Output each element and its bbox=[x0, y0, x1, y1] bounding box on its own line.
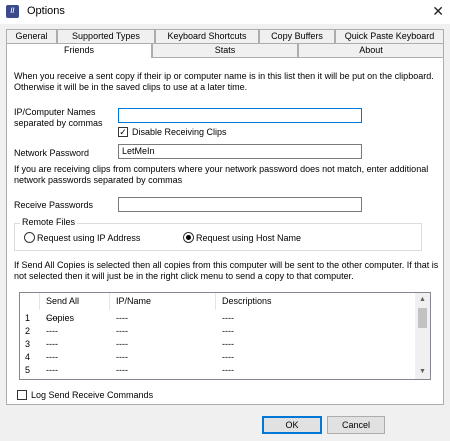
tab-supported-types[interactable]: Supported Types bbox=[57, 29, 155, 43]
log-send-receive-checkbox[interactable] bbox=[17, 390, 27, 400]
row-send-all: ---- bbox=[46, 326, 58, 336]
list-scrollbar[interactable]: ▲ ▼ bbox=[415, 293, 430, 379]
scroll-up-icon[interactable]: ▲ bbox=[415, 293, 430, 307]
ok-button[interactable]: OK bbox=[262, 416, 322, 434]
col-header-ip-name[interactable]: IP/Name bbox=[110, 293, 216, 310]
row-index: 4 bbox=[25, 352, 31, 362]
friends-list[interactable]: Send All Copies IP/Name Descriptions 1 -… bbox=[19, 292, 431, 380]
friends-panel: When you receive a sent copy if their ip… bbox=[6, 57, 444, 405]
scroll-thumb[interactable] bbox=[418, 308, 427, 328]
app-icon: // bbox=[6, 5, 19, 18]
remote-files-label: Remote Files bbox=[20, 217, 78, 228]
tab-about[interactable]: About bbox=[298, 43, 444, 57]
col-header-index[interactable] bbox=[20, 293, 40, 310]
receive-passwords-input[interactable] bbox=[118, 197, 362, 212]
row-ip-name: ---- bbox=[116, 313, 128, 323]
row-index: 1 bbox=[25, 313, 31, 323]
row-index: 2 bbox=[25, 326, 31, 336]
receive-passwords-label: Receive Passwords bbox=[14, 200, 94, 210]
send-all-info-text: If Send All Copies is selected then all … bbox=[14, 260, 439, 281]
table-row[interactable]: 2 ---- ---- ---- bbox=[20, 325, 416, 337]
tab-friends[interactable]: Friends bbox=[6, 43, 152, 58]
request-ip-label: Request using IP Address bbox=[37, 233, 141, 243]
row-ip-name: ---- bbox=[116, 352, 128, 362]
close-icon[interactable]: ✕ bbox=[432, 2, 444, 20]
row-send-all: ---- bbox=[46, 313, 58, 323]
tab-stats[interactable]: Stats bbox=[152, 43, 298, 57]
disable-receiving-label: Disable Receiving Clips bbox=[132, 127, 227, 137]
row-send-all: ---- bbox=[46, 339, 58, 349]
request-host-label: Request using Host Name bbox=[196, 233, 302, 243]
ip-names-input[interactable] bbox=[118, 108, 362, 123]
tab-row-1: General Supported Types Keyboard Shortcu… bbox=[6, 29, 444, 43]
row-ip-name: ---- bbox=[116, 326, 128, 336]
row-description: ---- bbox=[222, 352, 234, 362]
tab-row-2: Friends Stats About bbox=[6, 43, 444, 58]
friends-intro-text: When you receive a sent copy if their ip… bbox=[14, 71, 434, 92]
row-index: 3 bbox=[25, 339, 31, 349]
row-send-all: ---- bbox=[46, 352, 58, 362]
radio-selected-dot bbox=[186, 235, 191, 240]
tab-copy-buffers[interactable]: Copy Buffers bbox=[259, 29, 335, 43]
receive-info-text: If you are receiving clips from computer… bbox=[14, 164, 429, 185]
list-header: Send All Copies IP/Name Descriptions bbox=[20, 293, 416, 323]
row-ip-name: ---- bbox=[116, 339, 128, 349]
row-index: 5 bbox=[25, 365, 31, 375]
row-description: ---- bbox=[222, 339, 234, 349]
window-title: Options bbox=[27, 5, 65, 17]
tab-keyboard-shortcuts[interactable]: Keyboard Shortcuts bbox=[155, 29, 259, 43]
title-bar: // Options ✕ bbox=[0, 0, 450, 24]
table-row[interactable]: 1 ---- ---- ---- bbox=[20, 312, 416, 324]
request-ip-radio[interactable] bbox=[24, 232, 35, 243]
row-description: ---- bbox=[222, 326, 234, 336]
table-row[interactable]: 4 ---- ---- ---- bbox=[20, 351, 416, 363]
table-row[interactable]: 5 ---- ---- ---- bbox=[20, 364, 416, 376]
disable-receiving-checkbox[interactable]: ✓ bbox=[118, 127, 128, 137]
log-send-receive-label: Log Send Receive Commands bbox=[31, 390, 154, 400]
row-description: ---- bbox=[222, 313, 234, 323]
tab-quick-paste-keyboard[interactable]: Quick Paste Keyboard bbox=[335, 29, 444, 43]
table-row[interactable]: 3 ---- ---- ---- bbox=[20, 338, 416, 350]
request-host-radio[interactable] bbox=[183, 232, 194, 243]
network-password-label: Network Password bbox=[14, 148, 90, 158]
cancel-button[interactable]: Cancel bbox=[327, 416, 385, 434]
row-description: ---- bbox=[222, 365, 234, 375]
tab-general[interactable]: General bbox=[6, 29, 57, 43]
ip-names-label: IP/Computer Names separated by commas bbox=[14, 107, 103, 128]
scroll-down-icon[interactable]: ▼ bbox=[415, 365, 430, 379]
row-ip-name: ---- bbox=[116, 365, 128, 375]
row-send-all: ---- bbox=[46, 365, 58, 375]
col-header-descriptions[interactable]: Descriptions bbox=[216, 293, 416, 310]
col-header-send-all[interactable]: Send All Copies bbox=[40, 293, 110, 323]
network-password-input[interactable]: LetMeIn bbox=[118, 144, 362, 159]
